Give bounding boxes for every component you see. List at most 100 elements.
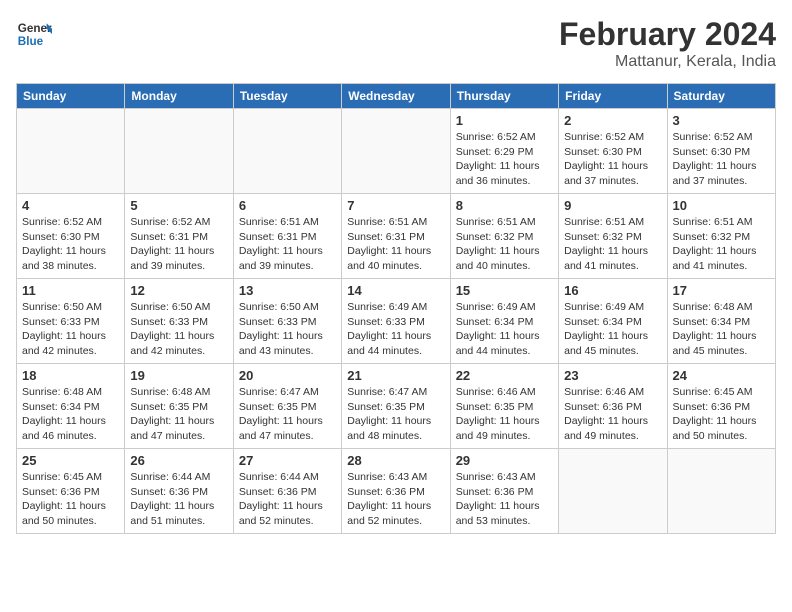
- day-number: 14: [347, 283, 444, 298]
- calendar-cell: [342, 109, 450, 194]
- week-row: 11Sunrise: 6:50 AM Sunset: 6:33 PM Dayli…: [17, 279, 776, 364]
- day-info: Sunrise: 6:48 AM Sunset: 6:34 PM Dayligh…: [22, 385, 119, 444]
- day-number: 17: [673, 283, 770, 298]
- day-info: Sunrise: 6:50 AM Sunset: 6:33 PM Dayligh…: [239, 300, 336, 359]
- day-info: Sunrise: 6:52 AM Sunset: 6:30 PM Dayligh…: [564, 130, 661, 189]
- weekday-header: Sunday: [17, 84, 125, 109]
- calendar-cell: 5Sunrise: 6:52 AM Sunset: 6:31 PM Daylig…: [125, 194, 233, 279]
- calendar-cell: 24Sunrise: 6:45 AM Sunset: 6:36 PM Dayli…: [667, 364, 775, 449]
- day-number: 13: [239, 283, 336, 298]
- day-info: Sunrise: 6:44 AM Sunset: 6:36 PM Dayligh…: [239, 470, 336, 529]
- week-row: 18Sunrise: 6:48 AM Sunset: 6:34 PM Dayli…: [17, 364, 776, 449]
- calendar-cell: [233, 109, 341, 194]
- day-number: 15: [456, 283, 553, 298]
- weekday-header-row: SundayMondayTuesdayWednesdayThursdayFrid…: [17, 84, 776, 109]
- calendar-cell: [667, 449, 775, 534]
- weekday-header: Friday: [559, 84, 667, 109]
- day-info: Sunrise: 6:44 AM Sunset: 6:36 PM Dayligh…: [130, 470, 227, 529]
- week-row: 1 Sunrise: 6:52 AM Sunset: 6:29 PM Daylig…: [17, 109, 776, 194]
- week-row: 25 Sunrise: 6:45 AM Sunset: 6:36 PM Dayli…: [17, 449, 776, 534]
- calendar-table: SundayMondayTuesdayWednesdayThursdayFrid…: [16, 83, 776, 534]
- day-number: 1: [456, 113, 553, 128]
- calendar-cell: 27 Sunrise: 6:44 AM Sunset: 6:36 PM Dayli…: [233, 449, 341, 534]
- day-info: Sunrise: 6:49 AM Sunset: 6:34 PM Dayligh…: [456, 300, 553, 359]
- calendar-cell: 11Sunrise: 6:50 AM Sunset: 6:33 PM Dayli…: [17, 279, 125, 364]
- calendar-cell: 13 Sunrise: 6:50 AM Sunset: 6:33 PM Dayli…: [233, 279, 341, 364]
- svg-text:Blue: Blue: [18, 35, 44, 48]
- day-info: Sunrise: 6:46 AM Sunset: 6:36 PM Dayligh…: [564, 385, 661, 444]
- day-info: Sunrise: 6:50 AM Sunset: 6:33 PM Dayligh…: [22, 300, 119, 359]
- weekday-header: Tuesday: [233, 84, 341, 109]
- calendar-cell: 7Sunrise: 6:51 AM Sunset: 6:31 PM Daylig…: [342, 194, 450, 279]
- day-info: Sunrise: 6:48 AM Sunset: 6:35 PM Dayligh…: [130, 385, 227, 444]
- day-info: Sunrise: 6:50 AM Sunset: 6:33 PM Dayligh…: [130, 300, 227, 359]
- day-info: Sunrise: 6:45 AM Sunset: 6:36 PM Dayligh…: [673, 385, 770, 444]
- calendar-cell: 21 Sunrise: 6:47 AM Sunset: 6:35 PM Dayli…: [342, 364, 450, 449]
- calendar-cell: 2 Sunrise: 6:52 AM Sunset: 6:30 PM Daylig…: [559, 109, 667, 194]
- calendar-cell: 14 Sunrise: 6:49 AM Sunset: 6:33 PM Dayli…: [342, 279, 450, 364]
- calendar-cell: 17 Sunrise: 6:48 AM Sunset: 6:34 PM Dayli…: [667, 279, 775, 364]
- day-number: 19: [130, 368, 227, 383]
- day-info: Sunrise: 6:51 AM Sunset: 6:32 PM Dayligh…: [564, 215, 661, 274]
- day-number: 6: [239, 198, 336, 213]
- day-number: 21: [347, 368, 444, 383]
- day-number: 12: [130, 283, 227, 298]
- page-header: General Blue February 2024 Mattanur, Ker…: [16, 16, 776, 71]
- calendar-cell: 25 Sunrise: 6:45 AM Sunset: 6:36 PM Dayli…: [17, 449, 125, 534]
- day-info: Sunrise: 6:43 AM Sunset: 6:36 PM Dayligh…: [456, 470, 553, 529]
- day-info: Sunrise: 6:47 AM Sunset: 6:35 PM Dayligh…: [239, 385, 336, 444]
- calendar-cell: 1 Sunrise: 6:52 AM Sunset: 6:29 PM Daylig…: [450, 109, 558, 194]
- day-number: 3: [673, 113, 770, 128]
- day-number: 7: [347, 198, 444, 213]
- day-number: 26: [130, 453, 227, 468]
- main-title: February 2024: [559, 16, 776, 53]
- day-info: Sunrise: 6:49 AM Sunset: 6:34 PM Dayligh…: [564, 300, 661, 359]
- calendar-cell: 18Sunrise: 6:48 AM Sunset: 6:34 PM Dayli…: [17, 364, 125, 449]
- day-info: Sunrise: 6:51 AM Sunset: 6:31 PM Dayligh…: [239, 215, 336, 274]
- day-info: Sunrise: 6:46 AM Sunset: 6:35 PM Dayligh…: [456, 385, 553, 444]
- weekday-header: Thursday: [450, 84, 558, 109]
- day-info: Sunrise: 6:51 AM Sunset: 6:32 PM Dayligh…: [673, 215, 770, 274]
- calendar-cell: 20 Sunrise: 6:47 AM Sunset: 6:35 PM Dayli…: [233, 364, 341, 449]
- calendar-cell: 4 Sunrise: 6:52 AM Sunset: 6:30 PM Daylig…: [17, 194, 125, 279]
- calendar-cell: 28 Sunrise: 6:43 AM Sunset: 6:36 PM Dayli…: [342, 449, 450, 534]
- day-number: 10: [673, 198, 770, 213]
- day-number: 16: [564, 283, 661, 298]
- calendar-cell: 12 Sunrise: 6:50 AM Sunset: 6:33 PM Dayli…: [125, 279, 233, 364]
- day-number: 4: [22, 198, 119, 213]
- day-number: 20: [239, 368, 336, 383]
- day-info: Sunrise: 6:52 AM Sunset: 6:30 PM Dayligh…: [673, 130, 770, 189]
- calendar-cell: 15 Sunrise: 6:49 AM Sunset: 6:34 PM Dayli…: [450, 279, 558, 364]
- calendar-cell: 22 Sunrise: 6:46 AM Sunset: 6:35 PM Dayli…: [450, 364, 558, 449]
- day-info: Sunrise: 6:48 AM Sunset: 6:34 PM Dayligh…: [673, 300, 770, 359]
- calendar-cell: 23 Sunrise: 6:46 AM Sunset: 6:36 PM Dayli…: [559, 364, 667, 449]
- day-info: Sunrise: 6:45 AM Sunset: 6:36 PM Dayligh…: [22, 470, 119, 529]
- day-number: 2: [564, 113, 661, 128]
- day-number: 25: [22, 453, 119, 468]
- day-number: 28: [347, 453, 444, 468]
- weekday-header: Saturday: [667, 84, 775, 109]
- day-number: 27: [239, 453, 336, 468]
- calendar-cell: 19 Sunrise: 6:48 AM Sunset: 6:35 PM Dayli…: [125, 364, 233, 449]
- day-info: Sunrise: 6:47 AM Sunset: 6:35 PM Dayligh…: [347, 385, 444, 444]
- logo-icon: General Blue: [16, 16, 52, 52]
- day-number: 8: [456, 198, 553, 213]
- day-info: Sunrise: 6:43 AM Sunset: 6:36 PM Dayligh…: [347, 470, 444, 529]
- day-info: Sunrise: 6:52 AM Sunset: 6:29 PM Dayligh…: [456, 130, 553, 189]
- day-info: Sunrise: 6:51 AM Sunset: 6:32 PM Dayligh…: [456, 215, 553, 274]
- calendar-cell: [559, 449, 667, 534]
- calendar-cell: 26 Sunrise: 6:44 AM Sunset: 6:36 PM Dayli…: [125, 449, 233, 534]
- calendar-cell: 3 Sunrise: 6:52 AM Sunset: 6:30 PM Daylig…: [667, 109, 775, 194]
- day-info: Sunrise: 6:52 AM Sunset: 6:30 PM Dayligh…: [22, 215, 119, 274]
- day-number: 29: [456, 453, 553, 468]
- calendar-cell: 29 Sunrise: 6:43 AM Sunset: 6:36 PM Dayli…: [450, 449, 558, 534]
- calendar-cell: 10 Sunrise: 6:51 AM Sunset: 6:32 PM Dayli…: [667, 194, 775, 279]
- calendar-cell: 9 Sunrise: 6:51 AM Sunset: 6:32 PM Daylig…: [559, 194, 667, 279]
- day-number: 22: [456, 368, 553, 383]
- day-info: Sunrise: 6:49 AM Sunset: 6:33 PM Dayligh…: [347, 300, 444, 359]
- week-row: 4 Sunrise: 6:52 AM Sunset: 6:30 PM Daylig…: [17, 194, 776, 279]
- calendar-cell: 16 Sunrise: 6:49 AM Sunset: 6:34 PM Dayli…: [559, 279, 667, 364]
- weekday-header: Wednesday: [342, 84, 450, 109]
- day-number: 9: [564, 198, 661, 213]
- day-number: 23: [564, 368, 661, 383]
